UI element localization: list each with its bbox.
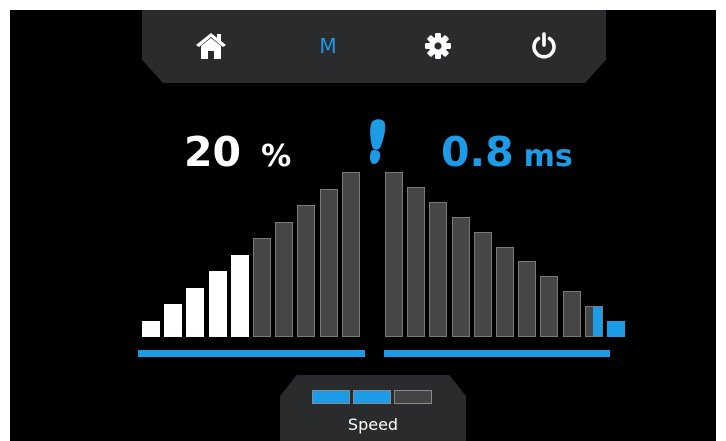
right-level-bar[interactable] [385,172,403,337]
left-level-bar[interactable] [186,287,205,337]
left-level-bar[interactable] [253,238,271,337]
left-level-bar[interactable] [164,304,183,337]
mode-label: M [319,34,337,58]
left-level-bar[interactable] [230,254,249,337]
speed-readout: 0.8 ms [441,122,573,182]
right-level-bar[interactable] [584,306,603,337]
percent-unit: % [261,139,292,174]
speed-segment[interactable] [353,390,391,404]
percent-readout: 20% [184,122,291,182]
speed-segment[interactable] [394,390,432,404]
left-level-bar[interactable] [208,271,227,337]
right-level-track[interactable] [384,350,610,357]
left-level-bar[interactable] [275,221,294,337]
speed-unit: ms [523,139,573,174]
power-icon [532,32,556,59]
device-screen: M 20% 0.8 ms Speed [10,10,716,441]
percent-value: 20 [184,128,242,176]
left-level-bar[interactable] [341,172,360,337]
right-level-bar[interactable] [473,231,492,337]
home-button[interactable] [191,28,231,64]
right-level-bar[interactable] [540,276,559,337]
mode-button[interactable]: M [308,28,348,64]
speed-selector-panel[interactable]: Speed [280,375,466,441]
left-level-track[interactable] [138,350,365,357]
right-level-bar[interactable] [429,201,448,337]
right-level-bar[interactable] [407,186,426,337]
left-level-bar[interactable] [319,188,338,337]
speed-value: 0.8 [441,128,514,176]
settings-button[interactable] [418,28,458,64]
right-level-bar[interactable] [607,321,625,337]
right-level-bar[interactable] [562,291,581,337]
power-button[interactable] [524,28,564,64]
left-level-bar[interactable] [142,321,160,337]
left-level-bar[interactable] [297,205,316,337]
right-level-bar[interactable] [518,261,537,337]
top-nav-bar: M [142,10,606,83]
home-icon [196,33,226,59]
gear-icon [425,33,451,59]
speed-segment[interactable] [312,390,350,404]
right-level-bar[interactable] [496,246,514,337]
footprint-icon [370,119,386,164]
right-level-bar[interactable] [451,216,470,337]
speed-selector-label: Speed [347,415,399,434]
